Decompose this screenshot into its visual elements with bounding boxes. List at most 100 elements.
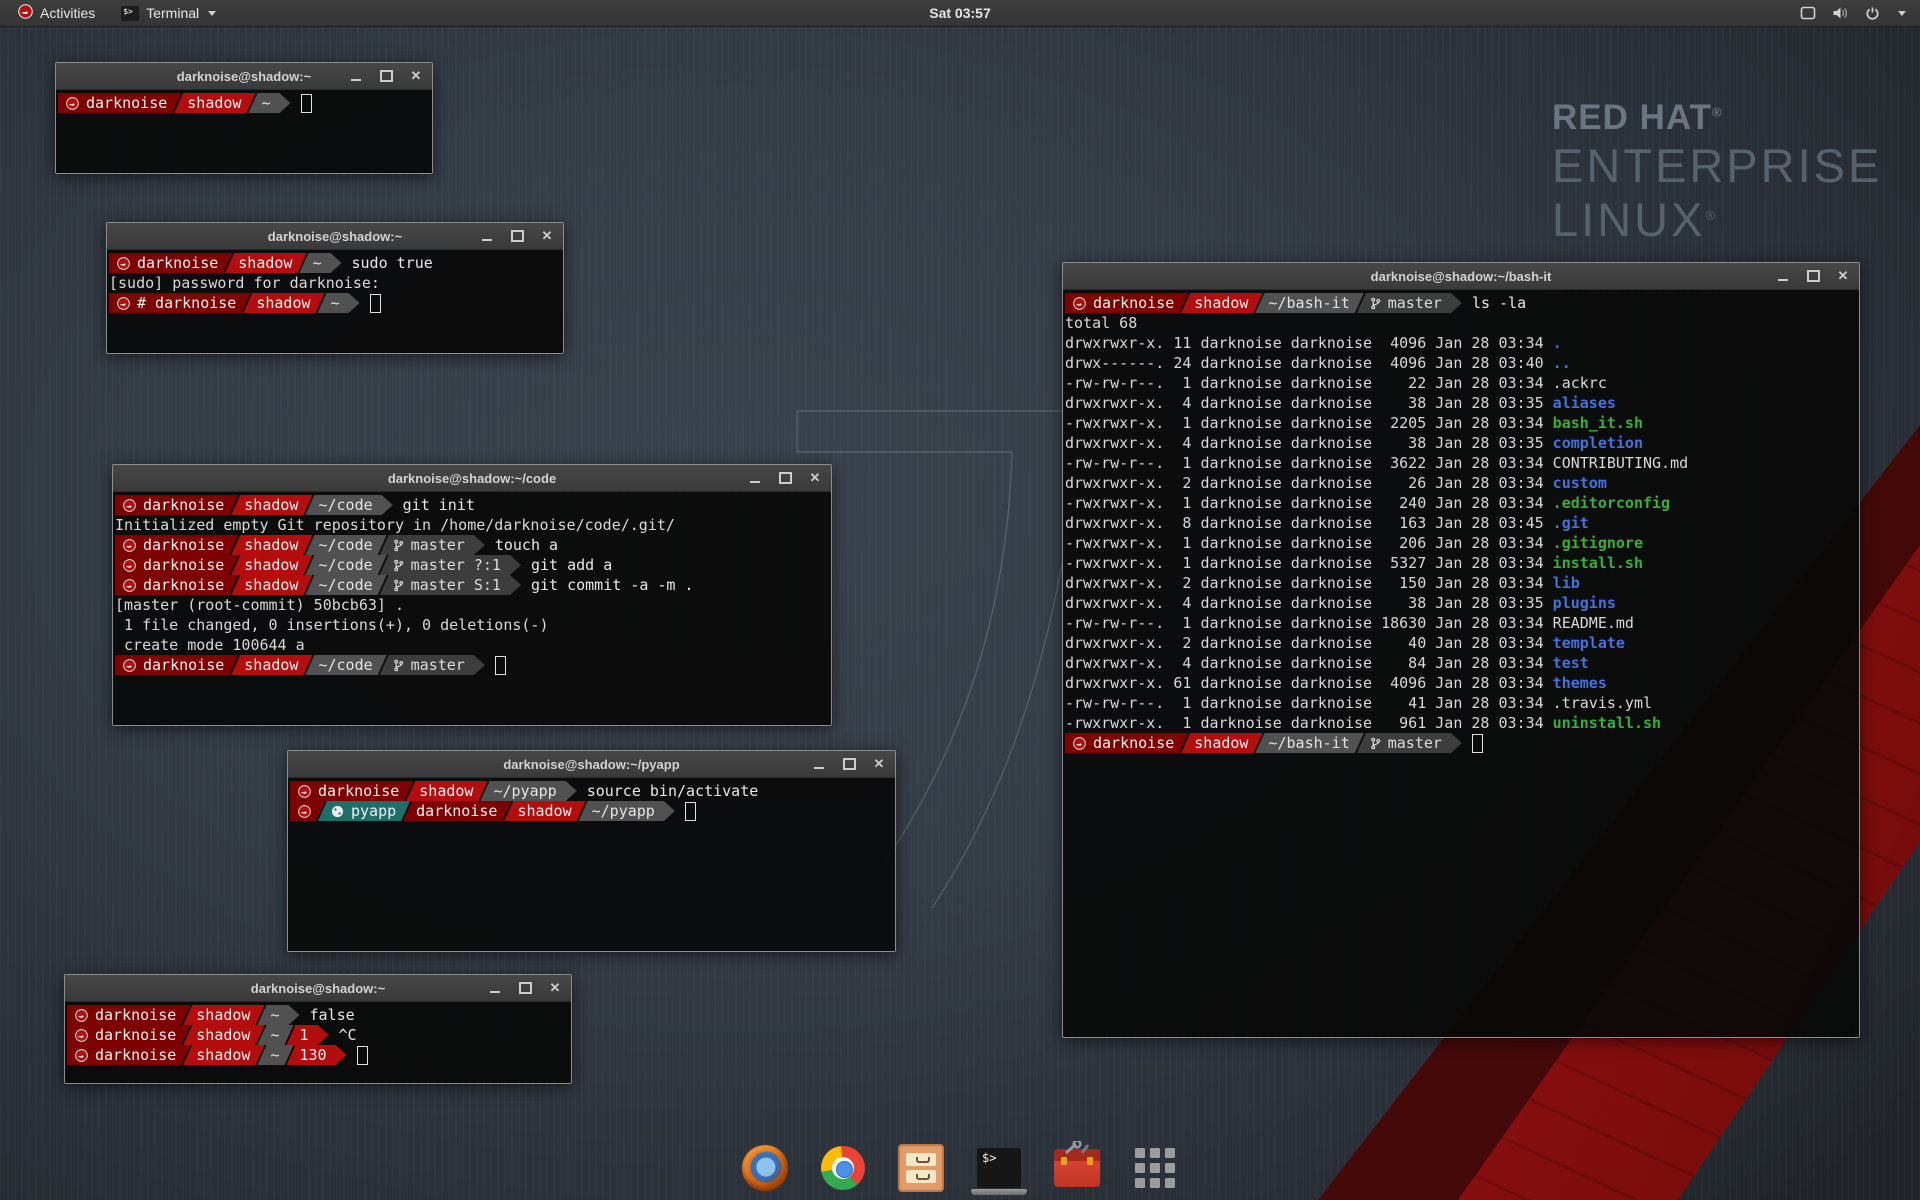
prompt-segment-host: shadow: [183, 1005, 264, 1025]
files-icon: [898, 1144, 944, 1192]
dock-item-app-grid[interactable]: [1131, 1142, 1179, 1194]
redhat-icon: [75, 1009, 88, 1022]
ls-filename: custom: [1553, 474, 1607, 492]
ls-row: -rwxrwxr-x. 1 darknoise darknoise 2205 J…: [1065, 413, 1857, 433]
prompt-segment-user: darknoise: [58, 93, 181, 113]
ls-filename: lib: [1553, 574, 1580, 592]
prompt-segment-path: ~/code: [305, 495, 392, 515]
maximize-button[interactable]: [1805, 268, 1821, 284]
window-title: darknoise@shadow:~: [268, 229, 402, 244]
terminal-window: darknoise@shadow:~/code ✕ darknoiseshado…: [112, 464, 832, 726]
ls-filename: CONTRIBUTING.md: [1553, 454, 1688, 472]
prompt-segment-host: shadow: [225, 253, 306, 273]
prompt-segment-user: darknoise: [290, 781, 413, 801]
top-bar: Activities $> Terminal Sat 03:57: [0, 0, 1920, 27]
maximize-button[interactable]: [777, 470, 793, 486]
window-titlebar[interactable]: darknoise@shadow:~/pyapp ✕: [288, 751, 895, 778]
terminal-content[interactable]: darknoiseshadow~/bash-itmasterls -latota…: [1063, 290, 1859, 1037]
terminal-content[interactable]: darknoiseshadow~/pyappsource bin/activat…: [288, 778, 895, 951]
window-titlebar[interactable]: darknoise@shadow:~/code ✕: [113, 465, 831, 492]
prompt-line: pyappdarknoiseshadow~/pyapp: [290, 801, 893, 821]
prompt-line: darknoiseshadow~false: [67, 1005, 569, 1025]
prompt-segment-host: shadow: [1181, 293, 1262, 313]
ls-filename: uninstall.sh: [1553, 714, 1661, 732]
ls-row: -rwxrwxr-x. 1 darknoise darknoise 5327 J…: [1065, 553, 1857, 573]
redhat-icon: [123, 659, 136, 672]
ls-filename: .ackrc: [1553, 374, 1607, 392]
prompt-segment-git: master ?:1: [380, 555, 521, 575]
ls-row: -rwxrwxr-x. 1 darknoise darknoise 206 Ja…: [1065, 533, 1857, 553]
terminal-content[interactable]: darknoiseshadow~/codegit initInitialized…: [113, 492, 831, 725]
prompt-segment-path: ~/code: [305, 555, 386, 575]
terminal-cursor: [685, 802, 696, 821]
terminal-cursor: [370, 294, 381, 313]
dock-item-toolbox[interactable]: [1053, 1142, 1101, 1194]
prompt-line: darknoiseshadow~: [58, 93, 430, 113]
window-titlebar[interactable]: darknoise@shadow:~ ✕: [56, 63, 432, 90]
redhat-icon: [298, 805, 311, 818]
prompt-segment-path: ~: [248, 93, 290, 113]
ls-filename: .gitignore: [1553, 534, 1643, 552]
close-button[interactable]: ✕: [547, 980, 563, 996]
ls-row: drwxrwxr-x. 4 darknoise darknoise 38 Jan…: [1065, 433, 1857, 453]
dock-item-firefox[interactable]: [741, 1142, 789, 1194]
clock[interactable]: Sat 03:57: [929, 5, 990, 21]
minimize-button[interactable]: [811, 756, 827, 772]
minimize-button[interactable]: [1775, 268, 1791, 284]
minimize-button[interactable]: [747, 470, 763, 486]
close-button[interactable]: ✕: [539, 228, 555, 244]
ls-filename: .editorconfig: [1553, 494, 1670, 512]
ls-filename: install.sh: [1553, 554, 1643, 572]
ls-filename: themes: [1553, 674, 1607, 692]
window-title: darknoise@shadow:~: [251, 981, 385, 996]
activities-button[interactable]: Activities: [8, 0, 105, 26]
chrome-icon: [821, 1146, 865, 1190]
terminal-window: darknoise@shadow:~ ✕ darknoiseshadow~fal…: [64, 974, 572, 1084]
prompt-segment-host: shadow: [243, 293, 324, 313]
prompt-segment-user: darknoise: [67, 1005, 190, 1025]
dock-item-files[interactable]: [897, 1142, 945, 1194]
system-status-area[interactable]: [1800, 6, 1920, 21]
prompt-segment-path: ~: [257, 1005, 299, 1025]
minimize-button[interactable]: [348, 68, 364, 84]
terminal-content[interactable]: darknoiseshadow~sudo true[sudo] password…: [107, 250, 563, 353]
ls-filename: aliases: [1553, 394, 1616, 412]
branch-icon: [393, 659, 404, 672]
minimize-button[interactable]: [487, 980, 503, 996]
maximize-button[interactable]: [378, 68, 394, 84]
dock-item-terminal[interactable]: $>: [975, 1142, 1023, 1194]
command-text: ^C: [339, 1025, 357, 1045]
maximize-button[interactable]: [517, 980, 533, 996]
app-menu-terminal[interactable]: $> Terminal: [111, 0, 226, 26]
close-button[interactable]: ✕: [408, 68, 424, 84]
ls-row: -rw-rw-r--. 1 darknoise darknoise 41 Jan…: [1065, 693, 1857, 713]
output-line: [master (root-commit) 50bcb63] .: [115, 595, 829, 615]
window-titlebar[interactable]: darknoise@shadow:~/bash-it ✕: [1063, 263, 1859, 290]
prompt-segment-path: ~/bash-it: [1255, 733, 1363, 753]
dock-item-chrome[interactable]: [819, 1142, 867, 1194]
maximize-button[interactable]: [841, 756, 857, 772]
rhel-brand-logo: RED HAT® ENTERPRISE LINUX®: [1552, 100, 1882, 243]
close-button[interactable]: ✕: [1835, 268, 1851, 284]
window-titlebar[interactable]: darknoise@shadow:~ ✕: [107, 223, 563, 250]
command-text: git add a: [531, 555, 612, 575]
python-icon: [331, 805, 344, 818]
redhat-icon: [18, 4, 33, 22]
terminal-content[interactable]: darknoiseshadow~falsedarknoiseshadow~1^C…: [65, 1002, 571, 1083]
prompt-segment-host: shadow: [1181, 733, 1262, 753]
ls-filename: test: [1553, 654, 1589, 672]
close-button[interactable]: ✕: [807, 470, 823, 486]
window-title: darknoise@shadow:~/bash-it: [1371, 269, 1552, 284]
maximize-button[interactable]: [509, 228, 525, 244]
ls-filename: .travis.yml: [1553, 694, 1652, 712]
terminal-content[interactable]: darknoiseshadow~: [56, 90, 432, 173]
branch-icon: [393, 539, 404, 552]
minimize-button[interactable]: [479, 228, 495, 244]
close-button[interactable]: ✕: [871, 756, 887, 772]
prompt-segment-host: shadow: [231, 535, 312, 555]
ls-row: -rwxrwxr-x. 1 darknoise darknoise 961 Ja…: [1065, 713, 1857, 733]
toolbox-icon: [1054, 1149, 1100, 1187]
prompt-line: darknoiseshadow~/bash-itmaster: [1065, 733, 1857, 753]
ls-filename: .: [1553, 334, 1562, 352]
window-titlebar[interactable]: darknoise@shadow:~ ✕: [65, 975, 571, 1002]
